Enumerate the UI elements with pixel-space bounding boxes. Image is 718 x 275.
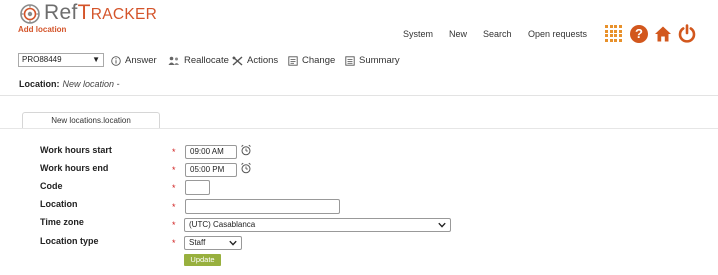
location-type-select[interactable]: Staff xyxy=(184,236,242,250)
app-name: RefTRACKER xyxy=(44,1,158,24)
required-marker: * xyxy=(172,165,176,175)
required-marker: * xyxy=(172,147,176,157)
location-breadcrumb: Location: New location - xyxy=(19,79,120,89)
power-icon[interactable] xyxy=(678,24,696,43)
code-label: Code xyxy=(40,181,63,191)
time-zone-label: Time zone xyxy=(40,217,84,227)
location-breadcrumb-value[interactable]: New location - xyxy=(63,79,120,89)
home-icon[interactable] xyxy=(654,25,672,43)
location-breadcrumb-label: Location: xyxy=(19,79,60,89)
apps-grid-icon[interactable] xyxy=(605,25,622,42)
help-icon[interactable]: ? xyxy=(630,25,648,43)
reftracker-logo-icon xyxy=(20,4,40,24)
nav-open-requests[interactable]: Open requests xyxy=(528,29,587,39)
location-type-label: Location type xyxy=(40,236,99,246)
summary-label: Summary xyxy=(359,55,400,66)
required-marker: * xyxy=(172,238,176,248)
work-hours-end-label: Work hours end xyxy=(40,163,109,173)
nav-new[interactable]: New xyxy=(449,29,467,39)
answer-button[interactable]: Answer xyxy=(111,55,157,66)
actions-button[interactable]: Actions xyxy=(232,55,278,66)
change-label: Change xyxy=(302,55,336,66)
required-marker: * xyxy=(172,183,176,193)
work-hours-start-label: Work hours start xyxy=(40,145,112,155)
update-button[interactable]: Update xyxy=(184,254,221,266)
required-marker: * xyxy=(172,220,176,230)
tab-new-location[interactable]: New locations.location xyxy=(22,112,160,128)
alarm-clock-icon[interactable] xyxy=(240,162,252,174)
location-label: Location xyxy=(40,199,78,209)
location-input[interactable] xyxy=(185,199,340,214)
change-icon xyxy=(288,55,298,66)
request-select-value: PRO88449 xyxy=(22,55,62,64)
time-zone-select[interactable]: (UTC) Casablanca xyxy=(184,218,451,232)
info-icon xyxy=(111,55,121,66)
chevron-down-icon: ▼ xyxy=(92,55,100,64)
summary-button[interactable]: Summary xyxy=(345,55,400,66)
nav-system[interactable]: System xyxy=(403,29,433,39)
chevron-down-icon xyxy=(229,240,237,246)
code-input[interactable] xyxy=(185,180,210,195)
location-type-value: Staff xyxy=(189,238,206,247)
request-select[interactable]: PRO88449 ▼ xyxy=(18,53,104,67)
reallocate-button[interactable]: Reallocate xyxy=(168,55,229,66)
reallocate-icon xyxy=(168,56,179,65)
work-hours-end-input[interactable]: 05:00 PM xyxy=(185,163,237,177)
required-marker: * xyxy=(172,202,176,212)
tab-divider xyxy=(0,128,718,129)
page-subtitle: Add location xyxy=(18,25,67,34)
work-hours-start-input[interactable]: 09:00 AM xyxy=(185,145,237,159)
answer-label: Answer xyxy=(125,55,157,66)
actions-label: Actions xyxy=(247,55,279,66)
chevron-down-icon xyxy=(438,222,446,228)
header-divider xyxy=(0,95,718,96)
summary-icon xyxy=(345,55,355,66)
reallocate-label: Reallocate xyxy=(184,55,229,66)
tools-icon xyxy=(232,55,243,66)
change-button[interactable]: Change xyxy=(288,55,335,66)
app-logo: RefTRACKER xyxy=(20,1,158,25)
nav-search[interactable]: Search xyxy=(483,29,512,39)
alarm-clock-icon[interactable] xyxy=(240,144,252,156)
time-zone-value: (UTC) Casablanca xyxy=(189,220,256,229)
